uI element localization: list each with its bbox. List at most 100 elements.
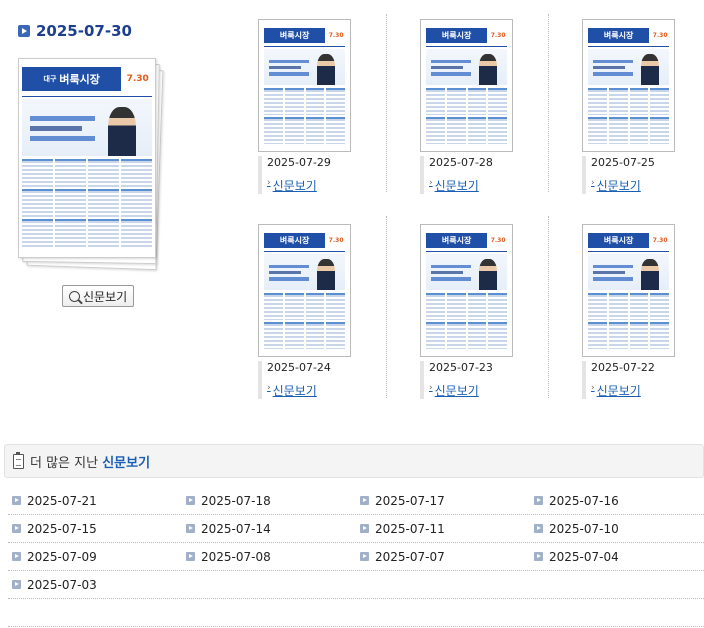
bullet-arrow-icon	[534, 552, 543, 561]
column-divider	[548, 216, 549, 398]
masthead: 벼룩시장 7.30	[588, 230, 669, 252]
view-newspaper-link[interactable]: › 신문보기	[429, 383, 479, 399]
cover-person-image	[479, 54, 498, 86]
newspaper-front-page: 대구 벼룩시장 7.30	[19, 59, 155, 257]
view-newspaper-link[interactable]: › 신문보기	[267, 383, 317, 399]
archive-date-link[interactable]: 2025-07-10	[530, 522, 704, 536]
column-divider	[548, 14, 549, 192]
archive-date-link[interactable]: 2025-07-15	[8, 522, 182, 536]
archive-date: 2025-07-04	[549, 549, 619, 564]
arrow-icon: ›	[267, 383, 271, 393]
view-newspaper-button[interactable]: 신문보기	[62, 285, 135, 307]
front-page-hero	[22, 98, 152, 157]
headline-block	[430, 59, 472, 76]
archive-date-link[interactable]: 2025-07-03	[8, 578, 183, 592]
headline-block	[268, 264, 310, 281]
archive-row: 2025-07-21 2025-07-18 2025-07-17 2025-07-16	[8, 487, 704, 515]
archive-date-link[interactable]: 2025-07-16	[530, 494, 704, 508]
masthead-name: 벼룩시장	[59, 72, 100, 86]
archive-date-link[interactable]: 2025-07-04	[530, 550, 704, 564]
classified-grid	[426, 88, 507, 144]
archive-date: 2025-07-15	[27, 521, 97, 536]
archive-row: 2025-07-09 2025-07-08 2025-07-07 2025-07-04	[8, 543, 704, 571]
view-newspaper-link[interactable]: › 신문보기	[429, 178, 479, 194]
view-newspaper-link[interactable]: › 신문보기	[591, 383, 641, 399]
classified-grid	[588, 293, 669, 349]
view-newspaper-link[interactable]: › 신문보기	[591, 178, 641, 194]
column-divider	[386, 216, 387, 398]
front-page-hero	[264, 48, 345, 86]
newspaper-front-page: 벼룩시장 7.30	[423, 227, 510, 354]
masthead-title: 벼룩시장	[264, 233, 326, 248]
front-page-hero	[264, 253, 345, 291]
archive-date-link[interactable]: 2025-07-08	[182, 550, 356, 564]
newspaper-thumbnail[interactable]: 벼룩시장 7.30	[258, 224, 351, 357]
cover-person-image	[317, 259, 336, 291]
newspaper-thumbnail[interactable]: 벼룩시장 7.30	[420, 19, 513, 152]
masthead-title: 벼룩시장	[426, 28, 488, 43]
masthead-issue: 7.30	[328, 236, 344, 244]
archive-date-link[interactable]: 2025-07-09	[8, 550, 182, 564]
card-meta: 2025-07-28 › 신문보기	[420, 156, 520, 194]
more-title-highlight: 신문보기	[102, 455, 151, 471]
more-archive-header: 더 많은 지난 신문보기	[4, 444, 704, 478]
card-date: 2025-07-29	[267, 156, 331, 169]
bullet-arrow-icon	[360, 524, 369, 533]
headline-block	[592, 59, 634, 76]
newspaper-thumbnail[interactable]: 벼룩시장 7.30	[258, 19, 351, 152]
archive-date-link[interactable]: 2025-07-21	[8, 494, 182, 508]
card-date: 2025-07-28	[429, 156, 493, 169]
classified-grid	[22, 159, 152, 248]
archive-date: 2025-07-09	[27, 549, 97, 564]
masthead-title: 벼룩시장	[588, 28, 650, 43]
card-meta: 2025-07-25 › 신문보기	[582, 156, 682, 194]
arrow-icon: ›	[591, 383, 595, 393]
headline-block	[29, 115, 95, 142]
masthead-issue: 7.30	[126, 73, 149, 84]
archive-date: 2025-07-18	[201, 493, 271, 508]
front-page-hero	[588, 253, 669, 291]
archive-date: 2025-07-03	[27, 577, 97, 592]
card-meta: 2025-07-22 › 신문보기	[582, 361, 682, 399]
masthead: 벼룩시장 7.30	[426, 230, 507, 252]
archive-date-link[interactable]: 2025-07-07	[356, 550, 530, 564]
card-meta: 2025-07-23 › 신문보기	[420, 361, 520, 399]
classified-grid	[264, 293, 345, 349]
archive-row: 2025-07-03	[8, 571, 704, 599]
bullet-arrow-icon	[534, 524, 543, 533]
masthead: 벼룩시장 7.30	[264, 25, 345, 47]
newspaper-thumbnail[interactable]: 벼룩시장 7.30	[582, 19, 675, 152]
view-newspaper-link-label: 신문보기	[596, 179, 641, 193]
cover-person-image	[641, 259, 660, 291]
arrow-icon: ›	[429, 178, 433, 188]
archive-date: 2025-07-21	[27, 493, 97, 508]
archive-row: 2025-07-15 2025-07-14 2025-07-11 2025-07-10	[8, 515, 704, 543]
masthead-name: 벼룩시장	[603, 235, 634, 245]
newspaper-thumbnail[interactable]: 벼룩시장 7.30	[420, 224, 513, 357]
archive-date-link[interactable]: 2025-07-11	[356, 522, 530, 536]
bullet-arrow-icon	[360, 496, 369, 505]
arrow-icon: ›	[591, 178, 595, 188]
masthead-issue: 7.30	[652, 31, 668, 39]
masthead-name: 벼룩시장	[279, 30, 310, 40]
view-newspaper-link[interactable]: › 신문보기	[267, 178, 317, 194]
featured-date: 2025-07-30	[36, 22, 132, 40]
card-date: 2025-07-22	[591, 361, 655, 374]
newspaper-card: 벼룩시장 7.30 2025-07-22 › 신문보기	[582, 224, 682, 399]
arrow-icon: ›	[267, 178, 271, 188]
newspaper-thumbnail[interactable]: 벼룩시장 7.30	[582, 224, 675, 357]
archive-date-link[interactable]: 2025-07-17	[356, 494, 530, 508]
masthead-region: 대구	[43, 74, 57, 83]
cover-person-image	[479, 259, 498, 291]
clipboard-icon	[13, 451, 24, 469]
archive-date: 2025-07-11	[375, 521, 445, 536]
classified-grid	[426, 293, 507, 349]
archive-date-link[interactable]: 2025-07-14	[182, 522, 356, 536]
newspaper-card: 벼룩시장 7.30 2025-07-23 › 신문보기	[420, 224, 520, 399]
newspaper-front-page: 벼룩시장 7.30	[423, 22, 510, 149]
view-newspaper-label: 신문보기	[83, 289, 128, 304]
masthead-name: 벼룩시장	[603, 30, 634, 40]
arrow-icon: ›	[429, 383, 433, 393]
archive-date-link[interactable]: 2025-07-18	[182, 494, 356, 508]
featured-newspaper-thumbnail[interactable]: 대구 벼룩시장 7.30	[18, 58, 168, 271]
